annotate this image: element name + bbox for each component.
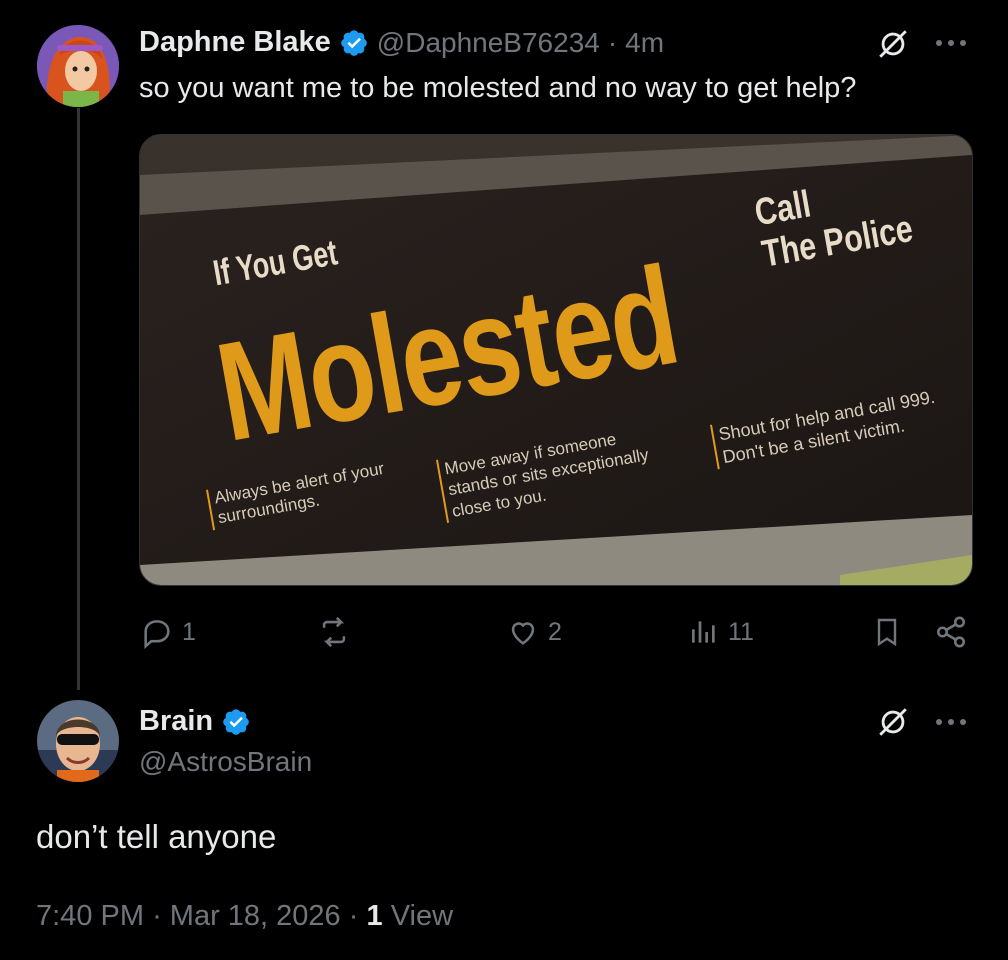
separator-dot: · xyxy=(152,900,162,932)
thread-line xyxy=(77,108,80,690)
reply-author-handle[interactable]: @AstrosBrain xyxy=(139,746,312,778)
separator-dot: · xyxy=(607,26,618,58)
verified-badge-icon xyxy=(339,28,369,58)
share-button[interactable] xyxy=(934,615,968,654)
author-handle[interactable]: @DaphneB76234 xyxy=(377,27,600,59)
reply-views-label: View xyxy=(390,900,454,932)
like-button[interactable]: 2 xyxy=(506,615,562,649)
bookmark-icon xyxy=(871,618,903,653)
like-icon xyxy=(506,615,540,649)
tweet-time[interactable]: 4m xyxy=(625,27,664,59)
reply-count: 1 xyxy=(182,617,196,646)
more-icon[interactable] xyxy=(934,36,968,54)
avatar-brain[interactable] xyxy=(37,700,119,782)
share-icon xyxy=(934,616,968,653)
repost-icon xyxy=(316,615,352,649)
reply-author-name[interactable]: Brain xyxy=(139,705,213,738)
reply-icon xyxy=(140,615,174,649)
reply-text: don’t tell anyone xyxy=(36,818,277,855)
views-icon xyxy=(688,615,720,649)
views-count: 11 xyxy=(728,617,754,646)
reply-time[interactable]: 7:40 PM xyxy=(36,900,144,932)
reply-date[interactable]: Mar 18, 2026 xyxy=(170,900,341,932)
views-button[interactable]: 11 xyxy=(688,615,754,649)
reply-views-count: 1 xyxy=(366,900,383,932)
more-icon[interactable] xyxy=(934,715,968,733)
author-name[interactable]: Daphne Blake xyxy=(139,26,331,59)
tweet-text: so you want me to be molested and no way… xyxy=(139,72,857,104)
avatar-daphne[interactable] xyxy=(37,25,119,107)
reply-meta: 7:40 PM · Mar 18, 2026 · 1 View xyxy=(36,900,453,933)
bookmark-button[interactable] xyxy=(871,615,903,654)
separator-dot: · xyxy=(348,900,359,932)
grok-icon[interactable] xyxy=(876,705,910,744)
verified-badge-icon xyxy=(221,707,251,737)
avatar-brain-image xyxy=(37,700,119,782)
tweet-image[interactable]: If You Get Molested Call The Police Alwa… xyxy=(139,134,973,586)
reply-button[interactable]: 1 xyxy=(140,615,196,649)
avatar-daphne-image xyxy=(37,25,119,107)
like-count: 2 xyxy=(548,617,562,646)
repost-button[interactable] xyxy=(316,615,360,649)
grok-icon[interactable] xyxy=(876,27,910,66)
